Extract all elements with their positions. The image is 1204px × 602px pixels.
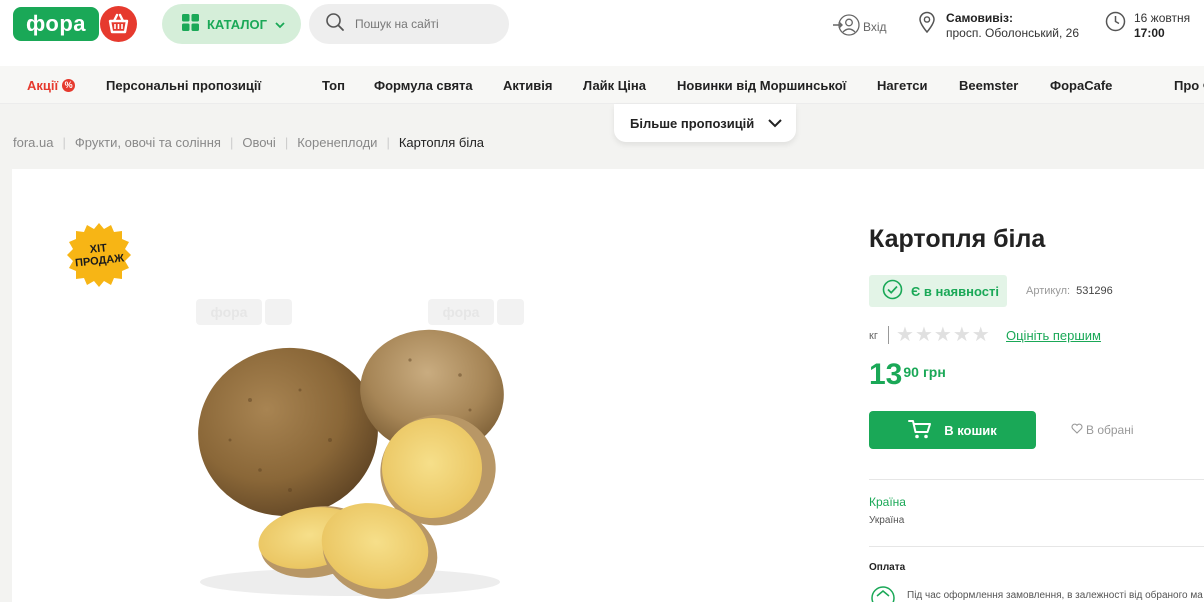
delivery-time: 17:00 (1134, 26, 1165, 40)
product-title: Картопля біла (869, 225, 1046, 253)
pickup-selector[interactable]: Самовивіз: просп. Оболонський, 26 (918, 11, 1079, 41)
payment-label: Оплата (869, 562, 906, 573)
breadcrumb-vegetables[interactable]: Овочі (242, 135, 275, 150)
payment-text: Під час оформлення замовлення, в залежно… (907, 590, 1203, 601)
product-image[interactable] (170, 320, 530, 602)
breadcrumb-root-vegetables[interactable]: Коренеплоди (297, 135, 377, 150)
price-currency: грн (922, 364, 946, 380)
catalog-button[interactable]: КАТАЛОГ (162, 4, 301, 44)
nav-item-personal-offers[interactable]: Персональні пропозиції (106, 78, 261, 93)
star-icon[interactable]: ★ (896, 325, 914, 345)
country-value: Україна (869, 515, 905, 526)
nav-item-nuggets[interactable]: Нагетси (877, 78, 928, 93)
divider (869, 546, 1204, 547)
login-icon (832, 13, 860, 40)
grid-icon (182, 14, 199, 34)
login-label: Вхід (863, 19, 887, 34)
hit-sale-text: ХІТ ПРОДАЖ (63, 219, 136, 292)
breadcrumb: fora.ua | Фрукти, овочі та соління | Ово… (13, 135, 484, 150)
nav-item-label: Акції (27, 78, 59, 93)
more-offers-button[interactable]: Більше пропозицій (614, 104, 796, 142)
cart-icon (908, 419, 932, 442)
breadcrumb-separator: | (284, 135, 289, 150)
search-icon[interactable] (325, 12, 345, 37)
main-nav: Акції % Персональні пропозиції Топ Форму… (0, 66, 1204, 104)
sku-value: 531296 (1076, 285, 1113, 297)
stock-label: Є в наявності (911, 283, 999, 299)
in-stock-badge: Є в наявності (869, 275, 1007, 307)
breadcrumb-current: Картопля біла (398, 135, 485, 150)
star-icon[interactable]: ★ (972, 325, 990, 345)
fora-logo[interactable]: фора (13, 7, 99, 41)
nav-item-like-price[interactable]: Лайк Ціна (583, 78, 646, 93)
nav-item-about[interactable]: Про Ф (1174, 78, 1204, 93)
country-label: Країна (869, 495, 906, 509)
delivery-time-selector[interactable]: 16 жовтня 17:00 (1105, 11, 1190, 41)
header: фора КАТАЛОГ Пошук на сайті Вхід Самовив… (0, 0, 1204, 66)
star-icon[interactable]: ★ (934, 325, 952, 345)
rate-first-link[interactable]: Оцініть першим (1006, 328, 1101, 343)
breadcrumb-separator: | (229, 135, 234, 150)
nav-item-sales[interactable]: Акції % (27, 78, 76, 93)
breadcrumb-separator: | (386, 135, 390, 150)
check-circle-icon (882, 279, 903, 303)
search-input[interactable] (355, 17, 505, 31)
pickup-address: просп. Оболонський, 26 (946, 26, 1079, 40)
more-offers-label: Більше пропозицій (630, 115, 755, 131)
price: 13 90 грн (869, 357, 946, 393)
nav-item-holiday-formula[interactable]: Формула свята (374, 78, 473, 93)
chevron-down-icon (768, 116, 783, 131)
nav-item-foracafe[interactable]: ФораCafe (1050, 78, 1112, 93)
cart-label: В кошик (944, 422, 997, 438)
heart-icon (1071, 423, 1083, 437)
sku-label: Артикул: (1026, 285, 1071, 297)
breadcrumb-separator: | (62, 135, 66, 150)
nav-item-activia[interactable]: Активія (503, 78, 552, 93)
delivery-date: 16 жовтня (1134, 11, 1191, 25)
hit-sale-badge: ХІТ ПРОДАЖ (66, 222, 132, 288)
nav-item-morshynska[interactable]: Новинки від Моршинської (677, 78, 846, 93)
breadcrumb-home[interactable]: fora.ua (13, 135, 53, 150)
star-icon[interactable]: ★ (915, 325, 933, 345)
badge-line-2: ПРОДАЖ (74, 252, 125, 270)
star-icon[interactable]: ★ (953, 325, 971, 345)
unit-label: кг (869, 330, 878, 342)
sku: Артикул: 531296 (1026, 285, 1113, 297)
pickup-title: Самовивіз: (946, 11, 1013, 25)
basket-logo-icon[interactable] (100, 6, 137, 42)
divider (888, 326, 889, 344)
add-to-cart-button[interactable]: В кошик (869, 411, 1036, 449)
location-pin-icon (918, 11, 936, 41)
favorites-label: В обрані (1086, 423, 1134, 437)
price-integer: 13 (869, 358, 903, 391)
catalog-label: КАТАЛОГ (207, 16, 267, 32)
search-box (309, 4, 509, 44)
breadcrumb-fruits-vegetables[interactable]: Фрукти, овочі та соління (75, 135, 221, 150)
nav-item-top[interactable]: Топ (322, 78, 345, 93)
chevron-down-icon (275, 17, 285, 32)
login-button[interactable]: Вхід (832, 13, 887, 40)
divider (869, 479, 1204, 480)
clock-icon (1105, 11, 1126, 41)
price-decimal: 90 (903, 364, 919, 380)
payment-card-icon (870, 584, 896, 602)
percent-icon: % (62, 79, 76, 92)
add-to-favorites-button[interactable]: В обрані (1071, 423, 1134, 437)
nav-item-beemster[interactable]: Beemster (959, 78, 1018, 93)
rating-stars[interactable]: ★ ★ ★ ★ ★ (896, 325, 990, 345)
